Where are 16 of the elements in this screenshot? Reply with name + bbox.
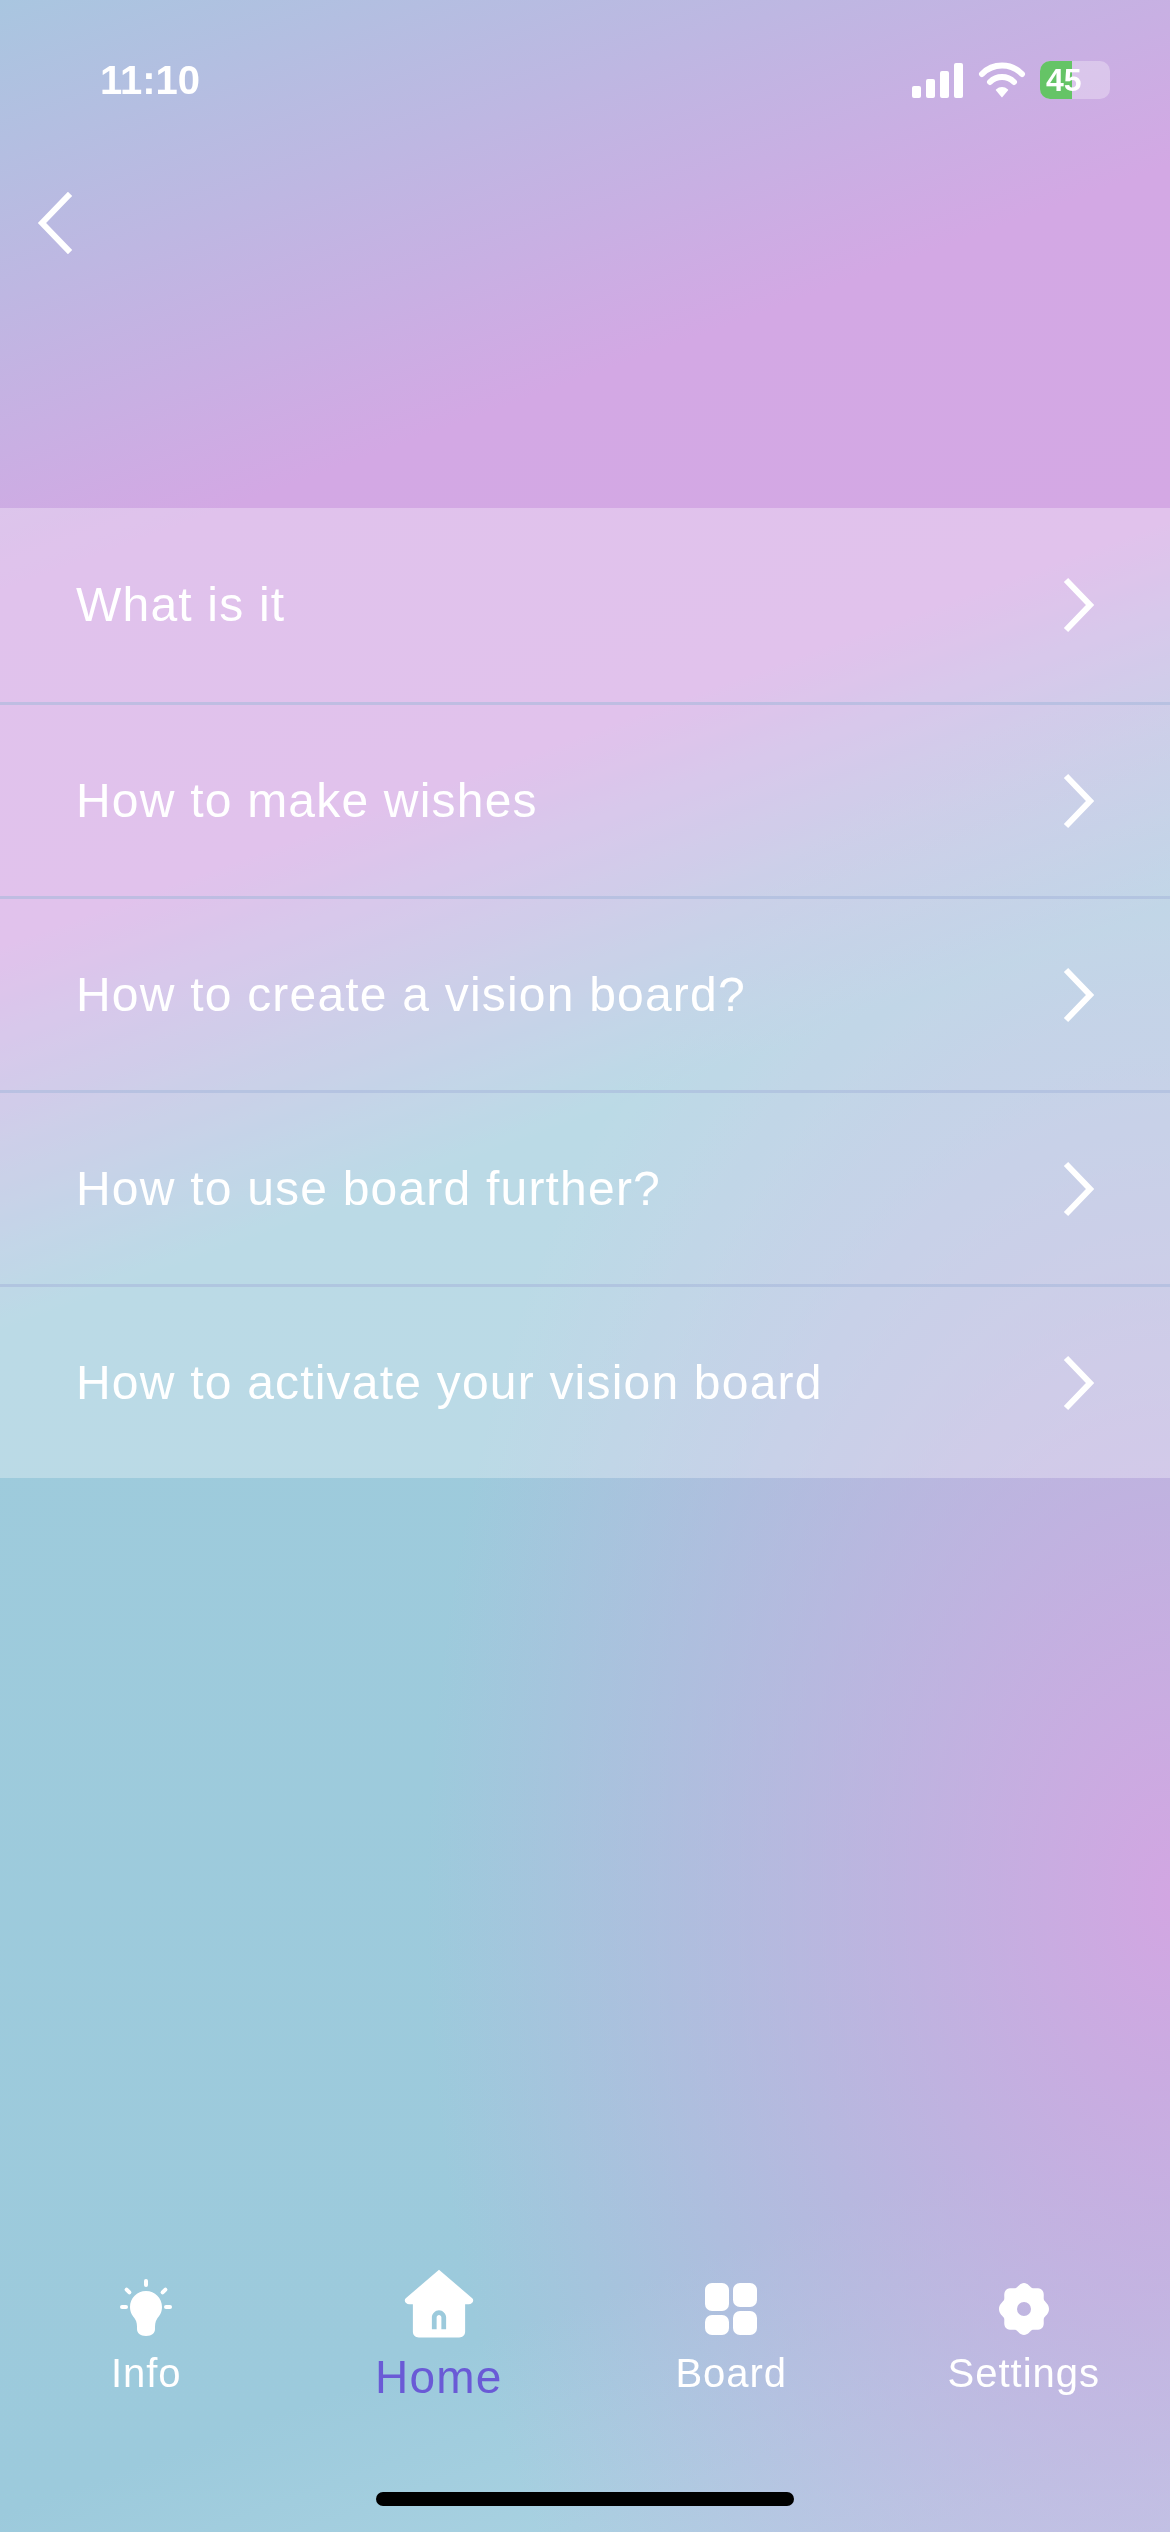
chevron-right-icon [1062, 1160, 1094, 1217]
wifi-icon [978, 62, 1026, 98]
chevron-right-icon [1062, 1354, 1094, 1411]
faq-list-item[interactable]: How to make wishes [0, 702, 1170, 896]
signal-icon [912, 62, 964, 98]
faq-list-item[interactable]: What is it [0, 508, 1170, 702]
status-time: 11:10 [100, 57, 201, 104]
chevron-right-icon [1062, 966, 1094, 1023]
tab-bar-item[interactable]: Settings [877, 2261, 1170, 2412]
tab-bar-item[interactable]: Board [585, 2261, 878, 2412]
chevron-right-icon [1062, 577, 1094, 633]
faq-list-item[interactable]: How to use board further? [0, 1090, 1170, 1284]
tab-bar-item[interactable]: Info [0, 2261, 293, 2412]
faq-list-item[interactable]: How to activate your vision board [0, 1284, 1170, 1478]
chevron-right-icon [1062, 772, 1094, 829]
tab-bar-item[interactable]: Home [292, 2261, 585, 2412]
